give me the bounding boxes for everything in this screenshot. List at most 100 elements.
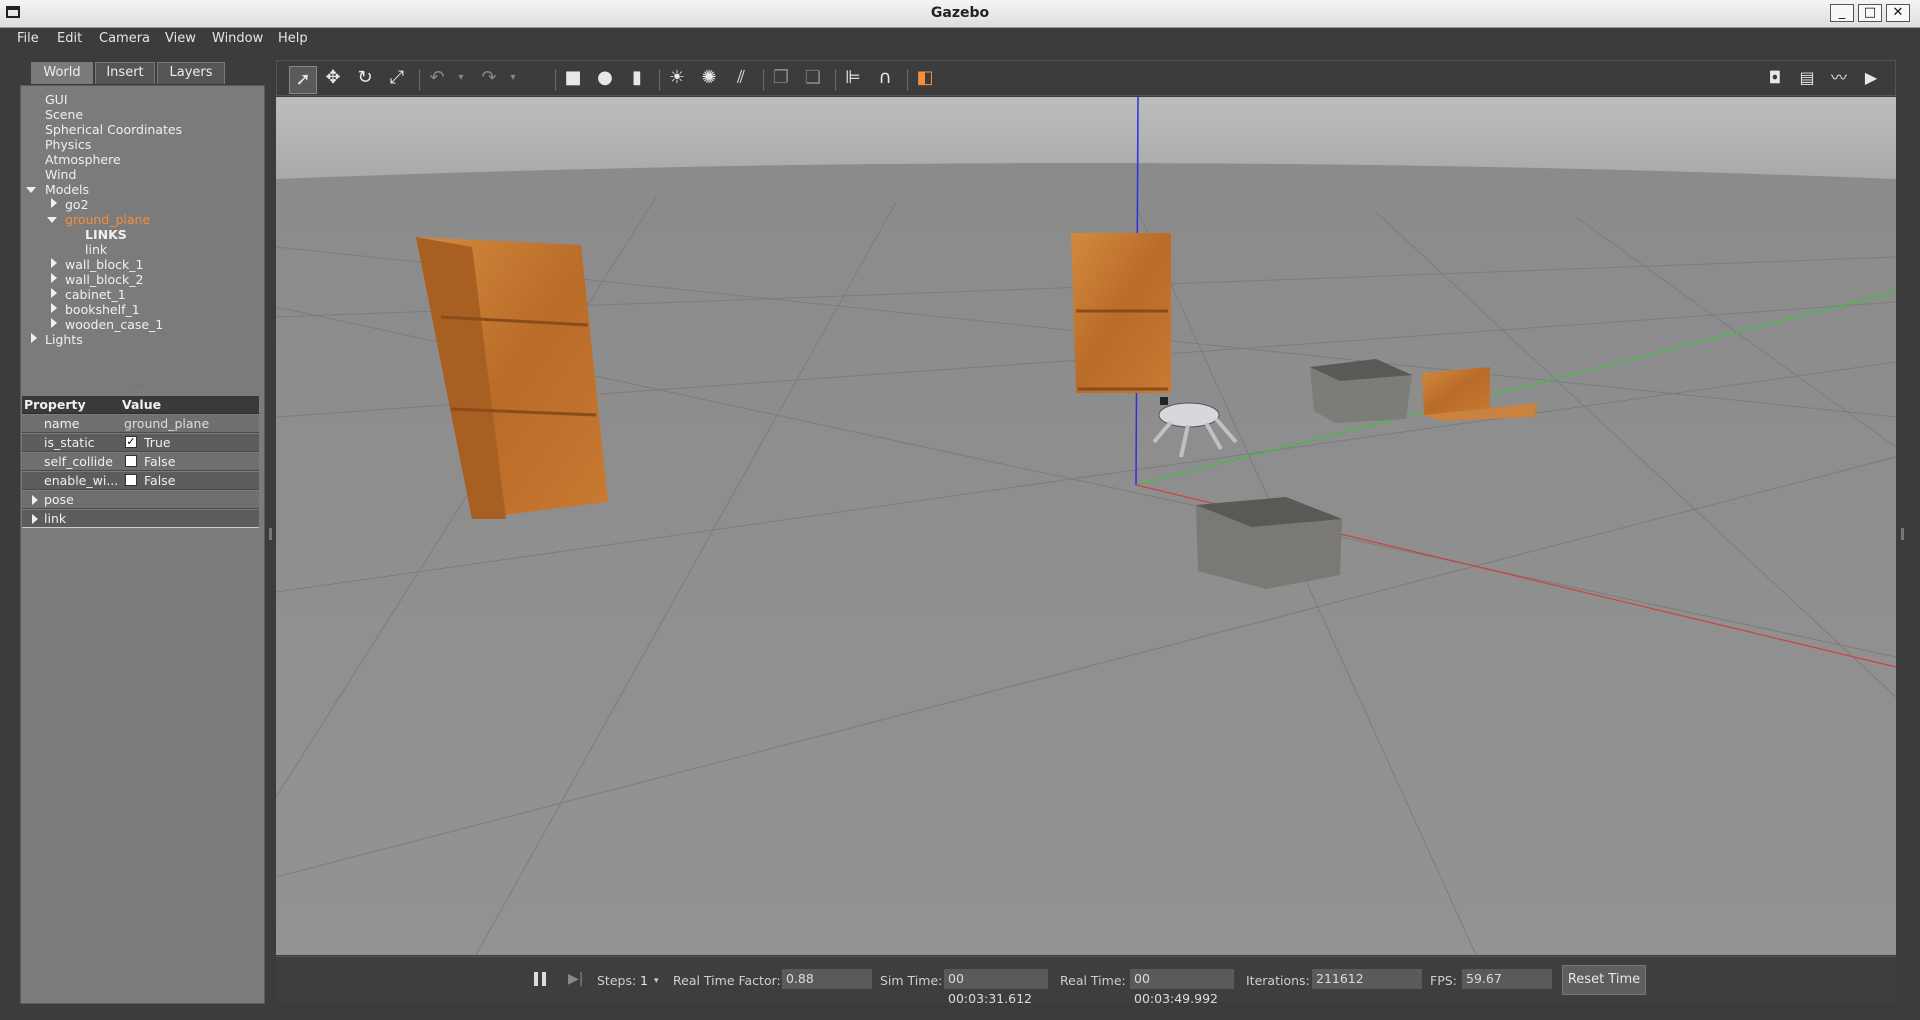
translate-icon[interactable]: ✥ xyxy=(321,68,345,88)
redo-history-icon[interactable]: ▾ xyxy=(501,68,525,88)
tree-model-wall-block-1[interactable]: wall_block_1 xyxy=(65,257,143,272)
wooden-case-1-expand-icon[interactable] xyxy=(51,318,57,328)
menu-bar: File Edit Camera View Window Help xyxy=(0,28,1920,50)
sim-time-value: 00 00:03:31.612 xyxy=(944,969,1048,1006)
tree-model-ground-plane[interactable]: ground_plane xyxy=(65,212,150,227)
is-static-checkbox[interactable]: ✓ xyxy=(125,436,137,448)
reset-time-button[interactable]: Reset Time xyxy=(1562,965,1646,995)
tree-item-wind[interactable]: Wind xyxy=(45,167,76,182)
3d-viewport[interactable] xyxy=(276,97,1896,955)
property-key: enable_wi... xyxy=(44,473,119,488)
lights-expand-icon[interactable] xyxy=(31,333,37,343)
wall-block-1-expand-icon[interactable] xyxy=(51,258,57,268)
property-value: False xyxy=(144,473,176,488)
pose-expand-icon[interactable] xyxy=(32,495,38,505)
property-header: Property xyxy=(24,397,86,412)
align-icon[interactable]: ⊫ xyxy=(841,68,865,88)
paste-icon[interactable]: ❏ xyxy=(801,68,825,88)
menu-help[interactable]: Help xyxy=(278,31,308,46)
bookshelf-center xyxy=(1071,233,1171,393)
tab-insert[interactable]: Insert xyxy=(95,62,155,84)
point-light-icon[interactable]: ☀ xyxy=(665,68,689,88)
tree-item-physics[interactable]: Physics xyxy=(45,137,91,152)
go2-expand-icon[interactable] xyxy=(51,198,57,208)
snap-icon[interactable]: ∩ xyxy=(873,68,897,88)
link-expand-icon[interactable] xyxy=(32,514,38,524)
spot-light-icon[interactable]: ✺ xyxy=(697,68,721,88)
ground-plane-collapse-icon[interactable] xyxy=(47,217,57,223)
view-angle-icon[interactable]: ◧ xyxy=(913,68,937,88)
fps-value: 59.67 xyxy=(1462,969,1552,989)
property-header-row: Property Value xyxy=(22,396,259,414)
wall-block-2-expand-icon[interactable] xyxy=(51,273,57,283)
enable-wind-checkbox[interactable] xyxy=(125,474,137,486)
iterations-label: Iterations: xyxy=(1246,973,1310,988)
tree-item-gui[interactable]: GUI xyxy=(45,92,68,107)
wall-block-2 xyxy=(1196,497,1342,589)
property-row-name: name ground_plane xyxy=(22,415,259,433)
real-time-label: Real Time: xyxy=(1060,973,1126,988)
tree-model-wooden-case-1[interactable]: wooden_case_1 xyxy=(65,317,163,332)
cabinet-1-expand-icon[interactable] xyxy=(51,288,57,298)
tree-item-spherical-coordinates[interactable]: Spherical Coordinates xyxy=(45,122,182,137)
menu-file[interactable]: File xyxy=(17,31,39,46)
steps-label: Steps: xyxy=(597,973,637,988)
screenshot-icon[interactable]: ◘ xyxy=(1763,68,1787,88)
sphere-icon[interactable]: ● xyxy=(593,68,617,88)
property-group-link[interactable]: link xyxy=(22,510,259,528)
sim-time-label: Sim Time: xyxy=(880,973,943,988)
property-key: self_collide xyxy=(44,454,113,469)
bookshelf-1-expand-icon[interactable] xyxy=(51,303,57,313)
tree-model-cabinet-1[interactable]: cabinet_1 xyxy=(65,287,126,302)
log-icon[interactable]: ▤ xyxy=(1795,68,1819,88)
cylinder-icon[interactable]: ▮ xyxy=(625,68,649,88)
box-icon[interactable]: ■ xyxy=(561,68,585,88)
value-header: Value xyxy=(122,397,162,412)
menu-view[interactable]: View xyxy=(165,31,196,46)
ground-plane xyxy=(276,97,1896,955)
undo-icon[interactable]: ↶ xyxy=(425,68,449,88)
scale-icon[interactable]: ⤢ xyxy=(385,68,409,88)
pause-icon xyxy=(534,972,538,986)
record-icon[interactable]: ▶ xyxy=(1859,68,1883,88)
tab-layers[interactable]: Layers xyxy=(157,62,225,84)
tree-item-lights[interactable]: Lights xyxy=(45,332,83,347)
menu-edit[interactable]: Edit xyxy=(57,31,82,46)
splitter-handle[interactable] xyxy=(130,385,144,387)
toolbar: ➚ ✥ ↻ ⤢ ↶ ▾ ↷ ▾ ■ ● ▮ ☀ ✺ ⫽ ❐ ❏ ⊫ ∩ ◧ ◘ … xyxy=(276,60,1896,96)
tree-link-item[interactable]: link xyxy=(85,242,107,257)
maximize-button[interactable]: □ xyxy=(1858,4,1882,22)
step-icon[interactable]: ▶| xyxy=(568,971,584,987)
tree-model-wall-block-2[interactable]: wall_block_2 xyxy=(65,272,143,287)
plot-icon[interactable]: 〰 xyxy=(1827,68,1851,88)
directional-light-icon[interactable]: ⫽ xyxy=(729,68,753,88)
redo-icon[interactable]: ↷ xyxy=(477,68,501,88)
right-splitter-handle[interactable] xyxy=(1901,528,1904,540)
copy-icon[interactable]: ❐ xyxy=(769,68,793,88)
property-group-pose[interactable]: pose xyxy=(22,491,259,509)
close-button[interactable]: ✕ xyxy=(1886,4,1910,22)
property-group-label: link xyxy=(44,511,67,526)
tree-model-go2[interactable]: go2 xyxy=(65,197,89,212)
tab-world[interactable]: World xyxy=(31,62,93,84)
left-splitter-handle[interactable] xyxy=(269,528,272,540)
tree-item-models[interactable]: Models xyxy=(45,182,89,197)
undo-history-icon[interactable]: ▾ xyxy=(449,68,473,88)
menu-camera[interactable]: Camera xyxy=(99,31,150,46)
simulation-control-bar: ▶| Steps: 1 ▾ Real Time Factor: 0.88 Sim… xyxy=(276,956,1896,1006)
select-icon[interactable]: ➚ xyxy=(289,66,317,94)
rotate-icon[interactable]: ↻ xyxy=(353,68,377,88)
tree-model-bookshelf-1[interactable]: bookshelf_1 xyxy=(65,302,140,317)
property-row-self-collide: self_collide False xyxy=(22,453,259,471)
minimize-button[interactable]: _ xyxy=(1830,4,1854,22)
self-collide-checkbox[interactable] xyxy=(125,455,137,467)
pause-button[interactable] xyxy=(532,970,548,988)
menu-window[interactable]: Window xyxy=(212,31,263,46)
steps-value[interactable]: 1 xyxy=(640,973,648,988)
tree-item-atmosphere[interactable]: Atmosphere xyxy=(45,152,121,167)
property-row-is-static: is_static ✓ True xyxy=(22,434,259,452)
models-expand-icon[interactable] xyxy=(26,187,36,193)
tree-item-scene[interactable]: Scene xyxy=(45,107,83,122)
steps-dropdown-icon[interactable]: ▾ xyxy=(654,976,659,986)
property-value[interactable]: ground_plane xyxy=(124,416,209,431)
